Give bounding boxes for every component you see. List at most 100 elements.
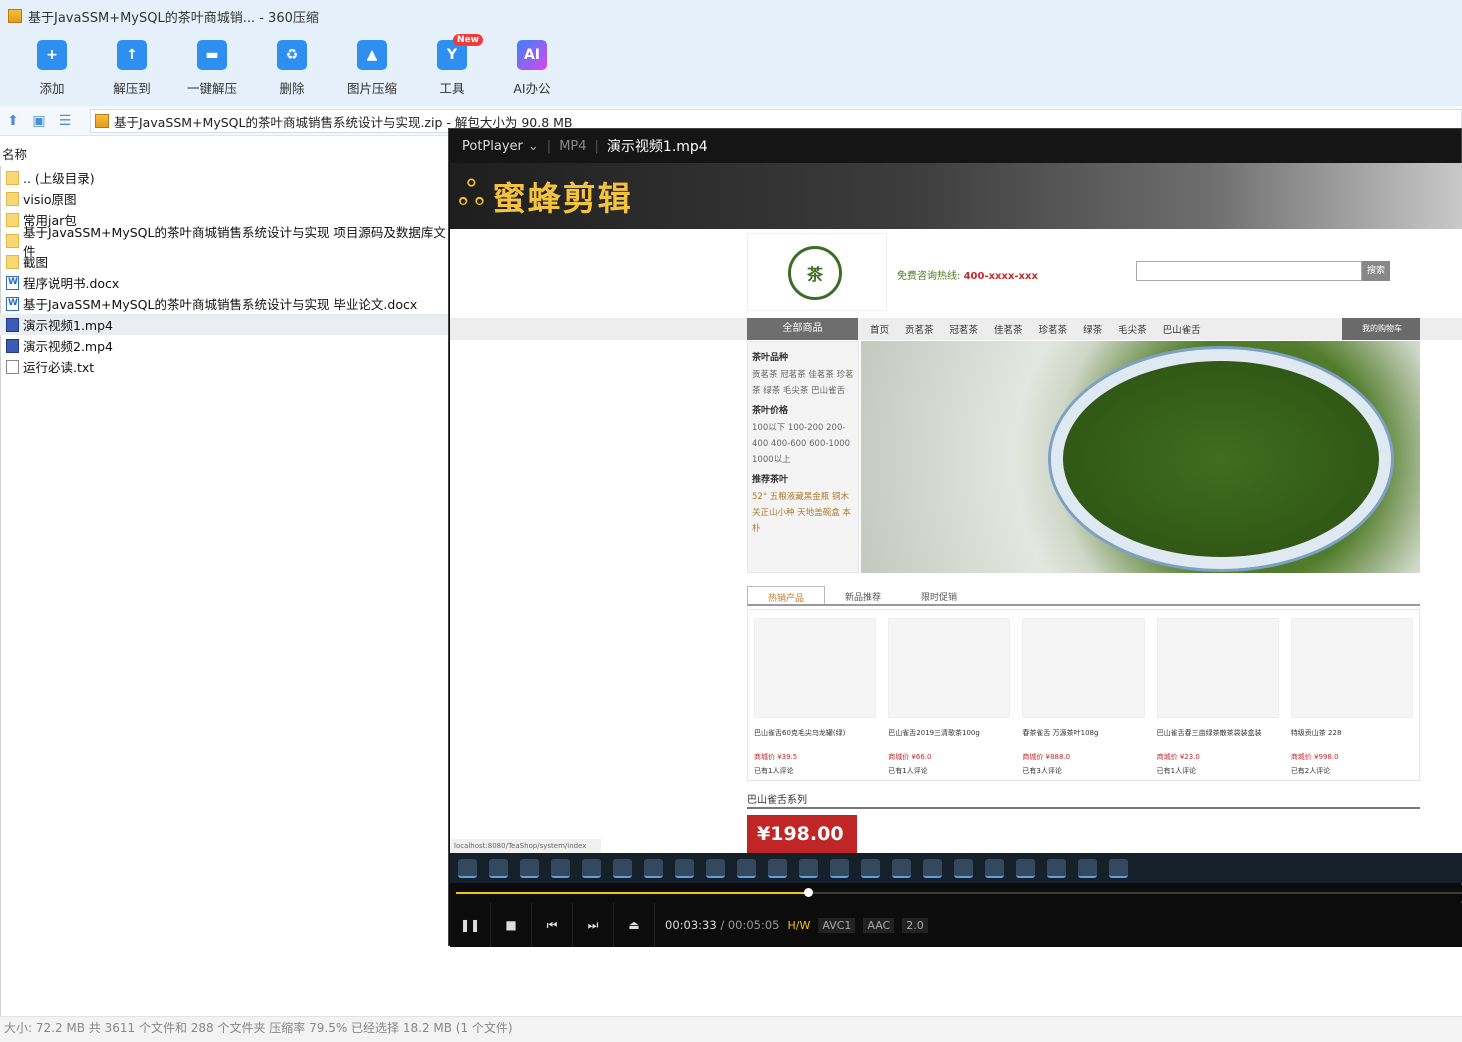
seek-handle[interactable] (804, 888, 814, 897)
folder-icon (6, 191, 19, 206)
site-product-card: 巴山雀舌春三亩绿茶散茶袋装盒装 商城价 ¥23.0 已有1人评论 (1151, 610, 1285, 780)
potplayer-title-bar[interactable]: PotPlayer ⌄ | MP4 | 演示视频1.mp4 (449, 129, 1461, 163)
video-frame[interactable]: ஃ 蜜蜂剪辑 茶 免费咨询热线: 400-xxxx-xxx 搜索 全部商品 首页… (450, 163, 1462, 853)
hw-decode-badge[interactable]: H/W (788, 919, 811, 932)
settings-icon (830, 858, 849, 878)
chrome-icon (582, 858, 601, 878)
seek-bar[interactable] (450, 885, 1462, 901)
site-hotline: 免费咨询热线: 400-xxxx-xxx (897, 271, 1038, 282)
pause-button[interactable]: ❚❚ (450, 903, 491, 947)
bee-logo-icon: ஃ (458, 174, 485, 214)
product-image (1156, 618, 1279, 718)
tools-button[interactable]: Y New 工具 (412, 32, 492, 106)
site-nav-item: 首页 (870, 325, 890, 336)
audio-channel-badge[interactable]: 2.0 (902, 917, 928, 933)
extract-to-button[interactable]: ↑ 解压到 (92, 32, 172, 106)
add-icon: + (37, 40, 67, 70)
current-time: 00:03:33 (665, 918, 717, 932)
app-icon (1078, 858, 1097, 878)
time-display: 00:03:33 / 00:05:05 (665, 918, 780, 932)
extract-to-icon: ↑ (117, 40, 147, 70)
video-filename: 演示视频1.mp4 (606, 139, 708, 155)
list-item-selected[interactable]: 演示视频1.mp4 (0, 314, 449, 335)
site-tab: 限时促销 (921, 593, 958, 603)
site-cart-button: 我的购物车 (1342, 318, 1420, 340)
status-url: localhost:8080/TeaShop/system/index (451, 839, 601, 853)
site-search-button: 搜索 (1362, 261, 1390, 281)
site-series-heading: 巴山雀舌系列 (747, 791, 1420, 809)
search-icon (489, 858, 508, 878)
desktop: { "zip": { "title": "基于JavaSSM+MySQL的茶叶商… (0, 0, 1462, 1042)
site-logo-box: 茶 (747, 233, 887, 311)
product-image (888, 618, 1011, 718)
site-product-card: 特级贡山茶 228 商城价 ¥998.0 已有2人评论 (1285, 610, 1419, 780)
ai-office-icon: AI (517, 40, 547, 70)
folder-icon (6, 212, 19, 227)
divider: | (594, 138, 599, 154)
tea-bowl (1051, 349, 1391, 569)
product-image (754, 618, 877, 718)
watermark-text: 蜜蜂剪辑 (492, 179, 633, 218)
chevron-down-icon[interactable]: ⌄ (528, 139, 539, 154)
site-banner-image (861, 341, 1420, 573)
site-nav-item: 绿茶 (1083, 325, 1103, 336)
site-nav-item: 巴山雀舌 (1162, 325, 1201, 336)
word-doc-icon (6, 275, 19, 290)
folder-icon (6, 170, 19, 185)
status-bar: 大小: 72.2 MB 共 3611 个文件和 288 个文件夹 压缩率 79.… (0, 1016, 1462, 1042)
seek-progress (456, 892, 809, 894)
video-taskbar (450, 853, 1462, 883)
eject-button[interactable]: ⏏ (614, 903, 655, 947)
site-tab: 热销产品 (747, 586, 826, 604)
column-header-name[interactable]: 名称 (0, 146, 449, 166)
one-click-extract-icon: ▬ (197, 40, 227, 70)
video-codec-badge[interactable]: AVC1 (818, 917, 856, 933)
app-icon (1047, 858, 1066, 878)
site-product-tabs: 热销产品 新品推荐 限时促销 (747, 586, 1420, 606)
zip-window-title: 基于JavaSSM+MySQL的茶叶商城销... - 360压缩 (28, 10, 319, 26)
list-item[interactable]: visio原图 (0, 188, 449, 209)
site-nav-item: 佳茗茶 (994, 325, 1023, 336)
app-icon (551, 858, 570, 878)
ai-office-button[interactable]: AI AI办公 (492, 32, 572, 106)
app-icon (923, 858, 942, 878)
windows-start-icon (458, 858, 477, 878)
tools-icon: Y New (437, 34, 483, 70)
zip-toolbar: + 添加 ↑ 解压到 ▬ 一键解压 ♻ 删除 ▲ 图片压缩 Y New 工具 AI… (0, 32, 1462, 106)
product-image (1022, 618, 1145, 718)
list-item[interactable]: 运行必读.txt (0, 356, 449, 377)
site-nav-item: 贡茗茶 (905, 325, 934, 336)
app-icon (1109, 858, 1128, 878)
delete-button[interactable]: ♻ 删除 (252, 32, 332, 106)
divider: | (546, 138, 552, 154)
image-compress-button[interactable]: ▲ 图片压缩 (332, 32, 412, 106)
player-controls: ❚❚ ■ ⏮ ⏭ ⏏ 00:03:33 / 00:05:05 H/W AVC1 … (450, 903, 1462, 947)
potplayer-window[interactable]: PotPlayer ⌄ | MP4 | 演示视频1.mp4 ஃ 蜜蜂剪辑 茶 免… (448, 128, 1462, 947)
product-image (1290, 618, 1414, 718)
potplayer-menu[interactable]: PotPlayer (462, 139, 523, 154)
site-all-goods: 全部商品 (747, 318, 858, 340)
site-product-card: 巴山雀舌2019三清歌茶100g 商城价 ¥66.0 已有1人评论 (882, 610, 1016, 780)
one-click-extract-button[interactable]: ▬ 一键解压 (172, 32, 252, 106)
thumbnail-view-icon[interactable]: ▣ (26, 108, 52, 134)
site-nav-item: 毛尖茶 (1118, 325, 1147, 336)
stop-button[interactable]: ■ (491, 903, 532, 947)
video-file-icon (6, 338, 19, 353)
site-tab: 新品推荐 (845, 593, 882, 603)
list-item[interactable]: 演示视频2.mp4 (0, 335, 449, 356)
app-icon (737, 858, 756, 878)
list-item[interactable]: 程序说明书.docx (0, 272, 449, 293)
list-item[interactable]: .. (上级目录) (0, 167, 449, 188)
add-button[interactable]: + 添加 (12, 32, 92, 106)
zip-app-icon (8, 9, 22, 23)
site-nav-item: 冠茗茶 (949, 325, 979, 336)
app-icon (613, 858, 632, 878)
list-item[interactable]: 基于JavaSSM+MySQL的茶叶商城销售系统设计与实现 毕业论文.docx (0, 293, 449, 314)
up-arrow-icon[interactable]: ⬆ (0, 108, 26, 134)
list-view-icon[interactable]: ☰ (52, 108, 78, 134)
previous-button[interactable]: ⏮ (532, 903, 573, 947)
audio-codec-badge[interactable]: AAC (863, 917, 895, 933)
list-item[interactable]: 基于JavaSSM+MySQL的茶叶商城销售系统设计与实现 项目源码及数据库文件 (0, 225, 449, 259)
next-button[interactable]: ⏭ (573, 903, 614, 947)
zip-title-bar: 基于JavaSSM+MySQL的茶叶商城销... - 360压缩 (0, 0, 1462, 32)
